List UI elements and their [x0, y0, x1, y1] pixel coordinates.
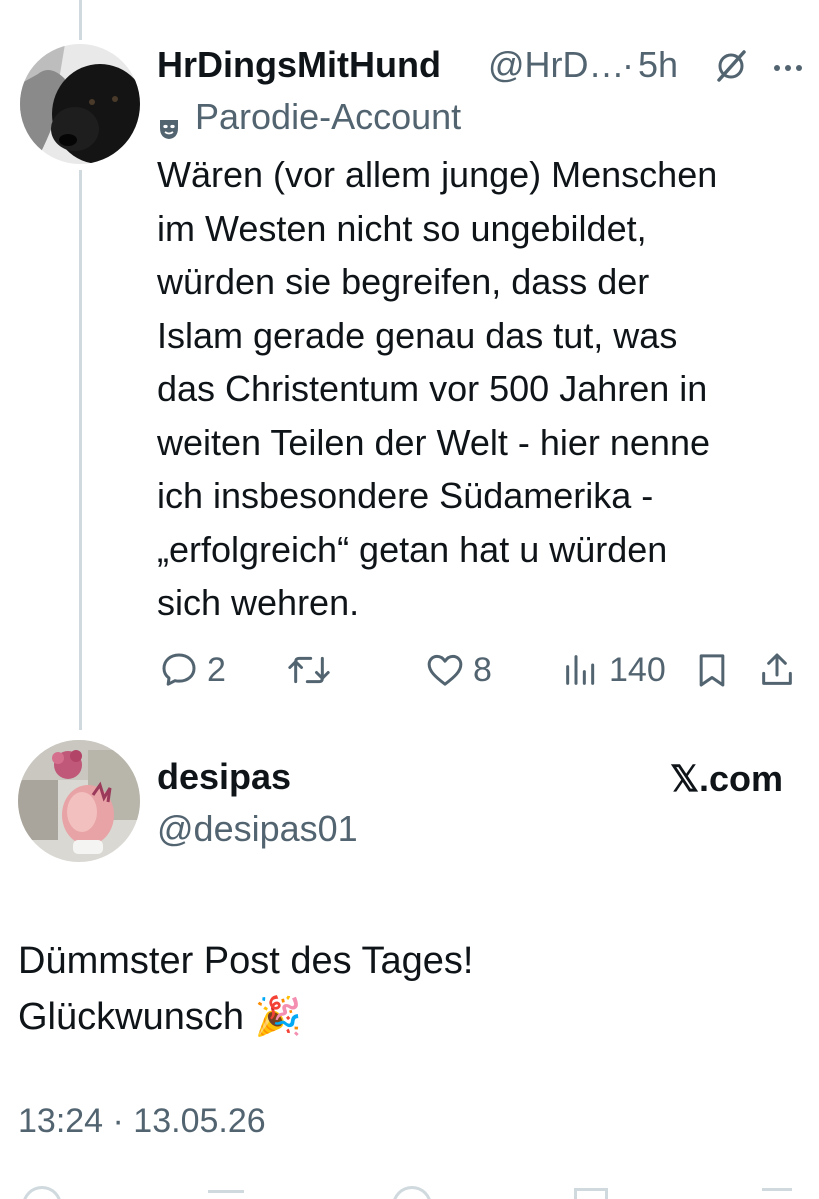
- bottom-retweet-icon[interactable]: [208, 1190, 244, 1199]
- reply-count: 2: [207, 650, 226, 689]
- bottom-action-bar-partial: [0, 1186, 819, 1199]
- retweet-icon: [288, 656, 330, 684]
- share-icon: [762, 653, 792, 685]
- reply-display-name[interactable]: desipas: [157, 756, 291, 798]
- handle[interactable]: @HrD…: [488, 44, 625, 86]
- reply-text: Dümmster Post des Tages! Glückwunsch 🎉: [18, 940, 474, 1038]
- views-icon: [566, 655, 595, 685]
- views-count: 140: [609, 650, 666, 689]
- parody-label-text: Parodie-Account: [195, 96, 462, 137]
- thread-line-top: [79, 0, 82, 40]
- heart-icon: [427, 654, 463, 686]
- bottom-bookmark-icon[interactable]: [574, 1188, 608, 1199]
- bookmark-button[interactable]: [692, 644, 732, 696]
- mask-icon: [157, 108, 181, 150]
- reply-timestamp[interactable]: 13:24 · 13.05.26: [18, 1102, 266, 1141]
- post-text: Wären (vor allem junge) Menschen im West…: [157, 154, 718, 623]
- avatar-desipas[interactable]: [18, 740, 140, 862]
- like-button[interactable]: 8: [425, 644, 492, 696]
- bottom-reply-icon[interactable]: [22, 1186, 62, 1199]
- x-com-brand[interactable]: 𝕏.com: [670, 758, 783, 800]
- views-button[interactable]: 140: [561, 644, 666, 696]
- reply-icon: [162, 653, 196, 686]
- grok-icon[interactable]: [713, 48, 749, 93]
- like-count: 8: [473, 650, 492, 689]
- dot-separator: ·: [622, 44, 634, 85]
- retweet-button[interactable]: [287, 644, 339, 696]
- bottom-heart-icon[interactable]: [392, 1186, 432, 1199]
- share-button[interactable]: [757, 644, 797, 696]
- bookmark-icon: [699, 654, 725, 687]
- more-options-icon[interactable]: [771, 50, 805, 92]
- post-header: HrDingsMitHund @HrD… · 5h: [157, 40, 812, 90]
- reply-button[interactable]: 2: [159, 644, 226, 696]
- avatar-hrdingsmithund[interactable]: [20, 44, 140, 164]
- thread-line: [79, 170, 82, 730]
- display-name[interactable]: HrDingsMitHund: [157, 44, 441, 86]
- bottom-share-icon[interactable]: [762, 1188, 792, 1199]
- post-time[interactable]: 5h: [638, 44, 678, 86]
- action-bar: 2 8 140: [157, 644, 807, 696]
- reply-handle[interactable]: @desipas01: [157, 808, 358, 850]
